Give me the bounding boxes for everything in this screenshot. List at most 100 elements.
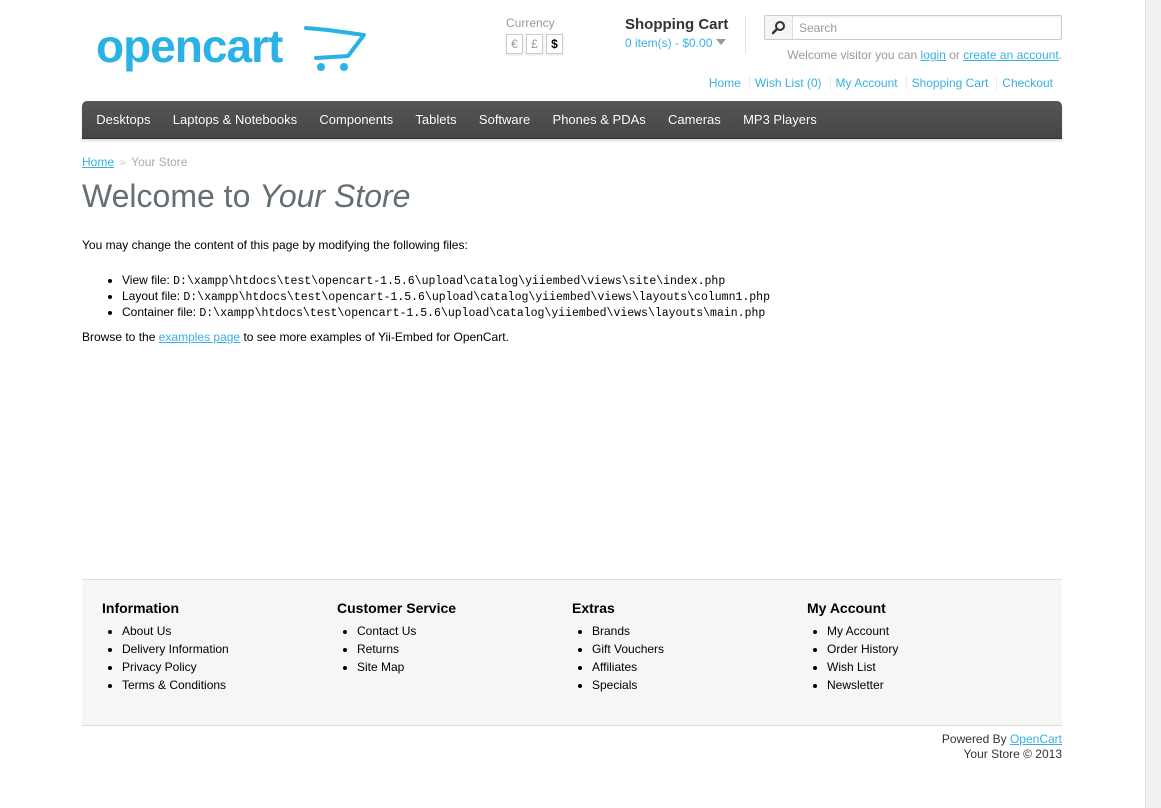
footer-link-site-map[interactable]: Site Map xyxy=(357,660,404,674)
menu-item-phones[interactable]: Phones & PDAs xyxy=(540,101,656,139)
list-item: Terms & Conditions xyxy=(122,676,332,694)
currency-pound-button[interactable]: £ xyxy=(526,34,543,54)
list-item: Brands xyxy=(592,622,802,640)
menu-item-components[interactable]: Components xyxy=(307,101,403,139)
page-scrollbar[interactable] xyxy=(1145,0,1161,808)
checkout-link[interactable]: Checkout xyxy=(996,76,1062,90)
examples-page-link[interactable]: examples page xyxy=(159,330,240,344)
footer-column-title: My Account xyxy=(807,600,886,616)
page-title-prefix: Welcome to xyxy=(82,178,260,214)
list-item: Gift Vouchers xyxy=(592,640,802,658)
breadcrumb: Home » Your Store xyxy=(82,155,187,169)
welcome-prefix: Welcome visitor you can xyxy=(787,48,921,62)
footer-column-information: Information About Us Delivery Informatio… xyxy=(102,600,332,694)
footer-column-my-account: My Account My Account Order History Wish… xyxy=(807,600,1037,694)
footer-column-extras: Extras Brands Gift Vouchers Affiliates S… xyxy=(572,600,802,694)
file-path: D:\xampp\htdocs\test\opencart-1.5.6\uplo… xyxy=(173,275,726,288)
footer-link-order-history[interactable]: Order History xyxy=(827,642,898,656)
list-item: View file: D:\xampp\htdocs\test\opencart… xyxy=(122,273,770,289)
footer-link-terms[interactable]: Terms & Conditions xyxy=(122,678,226,692)
footer-link-delivery-information[interactable]: Delivery Information xyxy=(122,642,229,656)
list-item: Site Map xyxy=(357,658,567,676)
welcome-message: Welcome visitor you can login or create … xyxy=(787,48,1062,62)
powered-by-prefix: Powered By xyxy=(941,732,1010,746)
file-label: View file: xyxy=(122,273,174,287)
category-menu: Desktops Laptops & Notebooks Components Tab… xyxy=(82,101,1062,139)
login-link[interactable]: login xyxy=(921,48,946,62)
powered-by: Powered By OpenCart Your Store © 2013 xyxy=(942,732,1062,762)
breadcrumb-separator: » xyxy=(119,155,127,169)
footer-column-customer-service: Customer Service Contact Us Returns Site… xyxy=(337,600,567,676)
list-item: Container file: D:\xampp\htdocs\test\ope… xyxy=(122,305,770,321)
menu-item-mp3-players[interactable]: MP3 Players xyxy=(731,101,827,139)
file-path: D:\xampp\htdocs\test\opencart-1.5.6\uplo… xyxy=(183,291,770,304)
home-link[interactable]: Home xyxy=(704,76,749,90)
file-label: Layout file: xyxy=(122,289,184,303)
footer: Information About Us Delivery Informatio… xyxy=(82,579,1062,726)
currency-euro-button[interactable]: € xyxy=(506,34,523,54)
page-title-store: Your Store xyxy=(259,178,411,214)
page-container: opencart Currency € £ $ Shopping Cart 0 it… xyxy=(82,0,1062,808)
browse-text: Browse to the examples page to see more … xyxy=(82,330,509,344)
create-account-link[interactable]: create an account xyxy=(963,48,1058,62)
menu-item-desktops[interactable]: Desktops xyxy=(84,101,161,139)
search-box xyxy=(764,15,1062,40)
footer-column-title: Information xyxy=(102,600,179,616)
file-list: View file: D:\xampp\htdocs\test\opencart… xyxy=(122,273,770,321)
list-item: Affiliates xyxy=(592,658,802,676)
footer-link-contact-us[interactable]: Contact Us xyxy=(357,624,416,638)
header-links: Home Wish List (0) My Account Shopping Cart… xyxy=(704,76,1062,90)
list-item: Delivery Information xyxy=(122,640,332,658)
opencart-logo-image: opencart xyxy=(96,20,366,72)
menu-item-laptops[interactable]: Laptops & Notebooks xyxy=(161,101,308,139)
footer-link-specials[interactable]: Specials xyxy=(592,678,637,692)
footer-link-my-account[interactable]: My Account xyxy=(827,624,889,638)
menu-item-cameras[interactable]: Cameras xyxy=(656,101,731,139)
breadcrumb-home-link[interactable]: Home xyxy=(82,155,114,169)
file-label: Container file: xyxy=(122,305,200,319)
footer-link-privacy-policy[interactable]: Privacy Policy xyxy=(122,660,197,674)
shopping-cart-link[interactable]: Shopping Cart xyxy=(905,76,997,90)
welcome-suffix: . xyxy=(1058,48,1062,62)
intro-text: You may change the content of this page … xyxy=(82,238,468,252)
logo-text: opencart xyxy=(96,22,283,72)
browse-suffix: to see more examples of Yii-Embed for Op… xyxy=(240,330,509,344)
cart-title: Shopping Cart xyxy=(625,16,729,33)
footer-link-wish-list[interactable]: Wish List xyxy=(827,660,876,674)
list-item: My Account xyxy=(827,622,1037,640)
opencart-link[interactable]: OpenCart xyxy=(1010,732,1062,746)
welcome-middle: or xyxy=(945,48,964,62)
cart-summary[interactable]: Shopping Cart 0 item(s) - $0.00 xyxy=(625,16,745,54)
list-item: Newsletter xyxy=(827,676,1037,694)
page-title: Welcome to Your Store xyxy=(82,178,410,215)
list-item: About Us xyxy=(122,622,332,640)
powered-by-line: Powered By OpenCart xyxy=(942,732,1062,747)
search-button[interactable] xyxy=(765,16,793,39)
footer-column-title: Customer Service xyxy=(337,600,457,616)
list-item: Returns xyxy=(357,640,567,658)
footer-link-gift-vouchers[interactable]: Gift Vouchers xyxy=(592,642,664,656)
search-icon xyxy=(771,21,785,35)
currency-selector: Currency € £ $ xyxy=(506,16,576,54)
footer-link-returns[interactable]: Returns xyxy=(357,642,399,656)
footer-link-affiliates[interactable]: Affiliates xyxy=(592,660,637,674)
footer-link-brands[interactable]: Brands xyxy=(592,624,630,638)
my-account-link[interactable]: My Account xyxy=(829,76,906,90)
list-item: Contact Us xyxy=(357,622,567,640)
list-item: Privacy Policy xyxy=(122,658,332,676)
chevron-down-icon xyxy=(716,39,727,45)
list-item: Order History xyxy=(827,640,1037,658)
footer-link-newsletter[interactable]: Newsletter xyxy=(827,678,884,692)
menu-item-tablets[interactable]: Tablets xyxy=(403,101,467,139)
footer-column-title: Extras xyxy=(572,600,615,616)
list-item: Wish List xyxy=(827,658,1037,676)
store-logo[interactable]: opencart xyxy=(96,20,371,78)
menu-item-software[interactable]: Software xyxy=(467,101,541,139)
footer-link-about-us[interactable]: About Us xyxy=(122,624,171,638)
search-input[interactable] xyxy=(794,16,1059,39)
currency-dollar-button[interactable]: $ xyxy=(546,34,563,54)
wishlist-link[interactable]: Wish List (0) xyxy=(748,76,830,90)
cart-total[interactable]: 0 item(s) - $0.00 xyxy=(625,36,712,50)
currency-label: Currency xyxy=(506,16,555,30)
copyright: Your Store © 2013 xyxy=(963,747,1062,761)
